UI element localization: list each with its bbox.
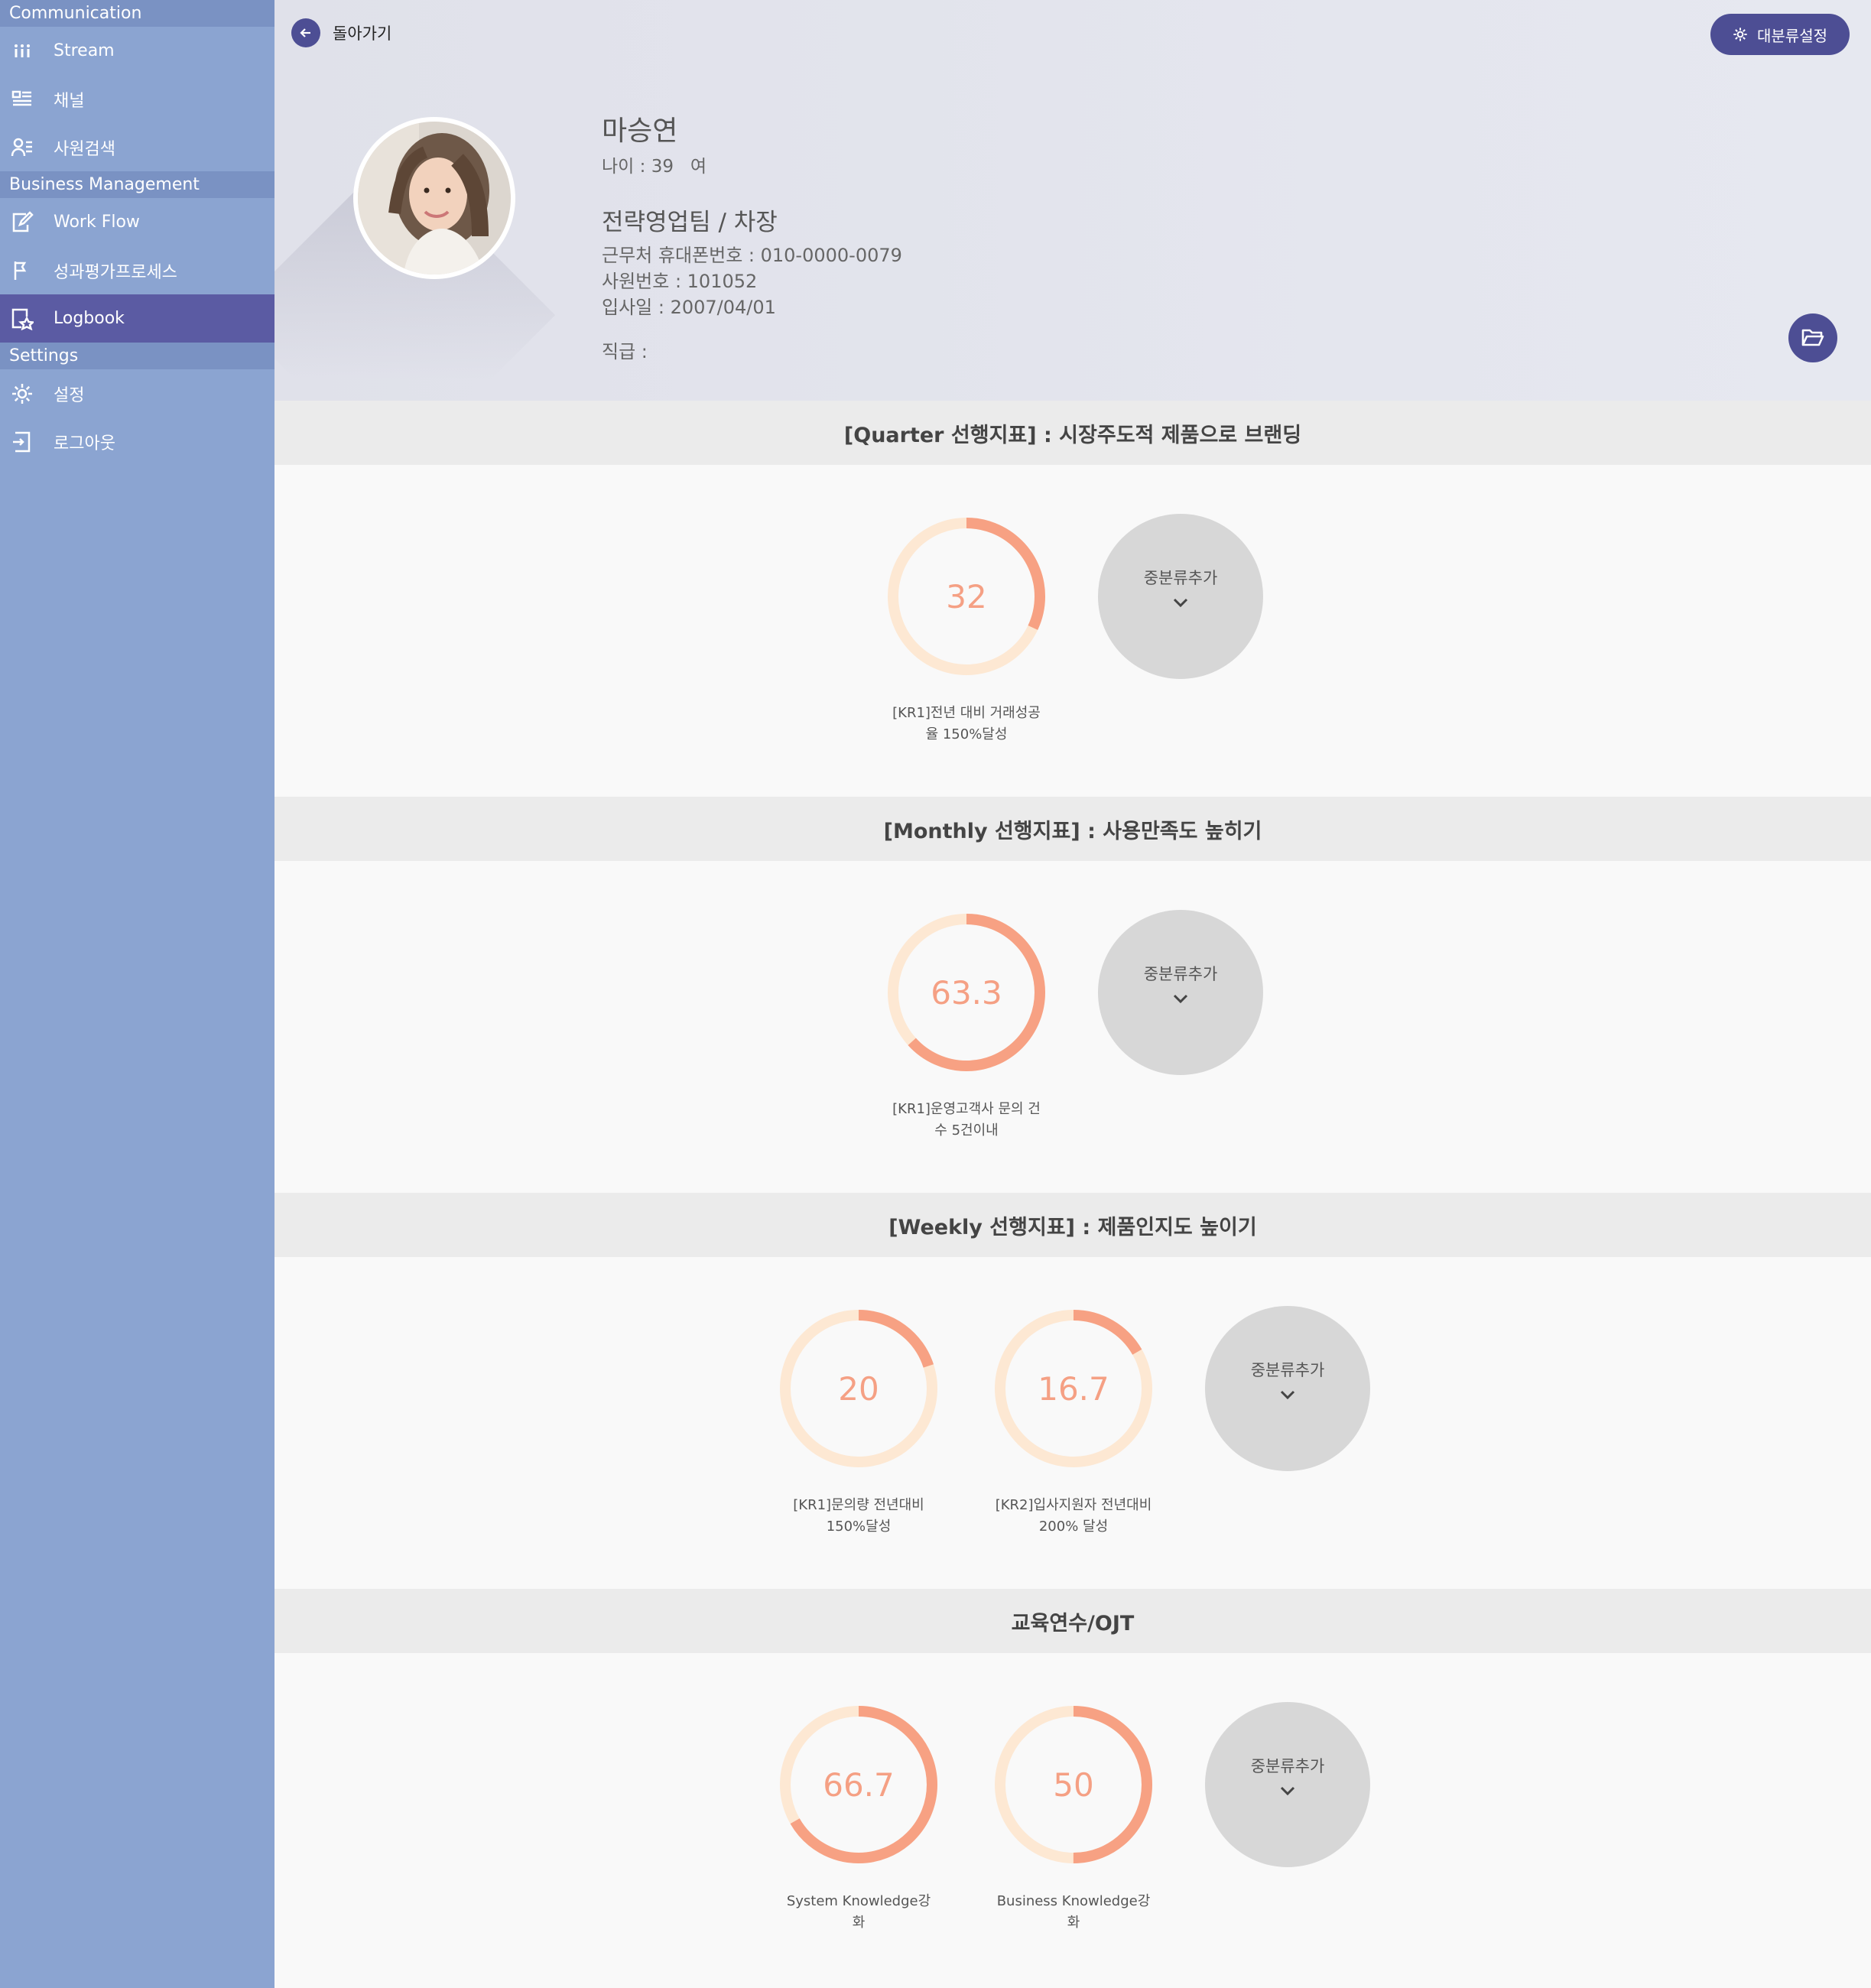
sidebar-item-label: 사원검색	[54, 139, 115, 159]
avatar	[353, 117, 515, 279]
employee-position: 직급 :	[602, 341, 648, 362]
sidebar-section-settings: Settings	[0, 343, 274, 369]
kpi-label: [KR1]문의량 전년대비 150%달성	[767, 1495, 950, 1538]
section-header-training: 교육연수/OJT	[274, 1589, 1871, 1653]
sidebar-item-label: Stream	[54, 41, 115, 60]
employee-department: 전략영업팀 / 차장	[602, 209, 778, 236]
logbook-icon	[11, 307, 34, 330]
app: Communication Stream 채널 사원검색 Business Ma…	[0, 0, 1871, 1988]
gear-icon	[1733, 28, 1747, 41]
kpi-label: [KR1]운영고객사 문의 건 수 5건이내	[875, 1099, 1058, 1142]
category-settings-button[interactable]: 대분류설정	[1710, 14, 1850, 55]
channel-icon	[11, 88, 34, 111]
section-header-monthly: [Monthly 선행지표] : 사용만족도 높히기	[274, 797, 1871, 861]
employee-phone: 근무처 휴대폰번호 : 010-0000-0079	[602, 245, 902, 266]
kpi-value: 20	[838, 1369, 879, 1408]
main-content: 돌아가기 대분류설정 마승연 나이: 39 여 전략영업팀 / 차장 근무처 …	[274, 0, 1871, 1988]
section-body-monthly: 63.3 [KR1]운영고객사 문의 건 수 5건이내 중분류추가	[274, 861, 1871, 1193]
section-body-quarter: 32 [KR1]전년 대비 거래성공 율 150%달성 중분류추가	[274, 465, 1871, 797]
user-search-icon	[11, 136, 34, 159]
add-subcategory-label: 중분류추가	[1143, 569, 1218, 587]
sidebar-item-logbook[interactable]: Logbook	[0, 294, 274, 343]
kpi-label-line1: [KR1]운영고객사 문의 건	[892, 1101, 1041, 1117]
employee-number: 사원번호 : 101052	[602, 271, 758, 292]
back-button[interactable]: 돌아가기	[291, 18, 391, 47]
sidebar-item-settings[interactable]: 설정	[0, 369, 274, 417]
employee-name: 마승연	[602, 115, 678, 147]
edit-icon	[11, 210, 34, 234]
section-body-training: 66.7 System Knowledge강 화 50 Business Kno…	[274, 1653, 1871, 1988]
kpi-label-line2: 200% 달성	[1038, 1519, 1109, 1535]
sidebar: Communication Stream 채널 사원검색 Business Ma…	[0, 0, 274, 1988]
employee-age-gender: 나이 : 39 여	[602, 157, 707, 177]
kpi-label-line2: 수 5건이내	[934, 1122, 999, 1139]
add-subcategory-label: 중분류추가	[1143, 965, 1218, 983]
section-header-quarter: [Quarter 선행지표] : 시장주도적 제품으로 브랜딩	[274, 401, 1871, 465]
kpi-value: 63.3	[931, 973, 1002, 1012]
back-label: 돌아가기	[333, 24, 392, 43]
sidebar-item-label: 채널	[54, 91, 85, 111]
kpi-value: 66.7	[823, 1765, 895, 1804]
gear-icon	[11, 382, 34, 405]
kpi-label: [KR2]입사지원자 전년대비 200% 달성	[982, 1495, 1165, 1538]
folder-open-icon	[1801, 329, 1824, 346]
section-body-weekly: 20 [KR1]문의량 전년대비 150%달성 16.7 [KR2]입사지원자 …	[274, 1257, 1871, 1589]
sidebar-item-workflow[interactable]: Work Flow	[0, 198, 274, 246]
logout-icon	[11, 430, 34, 453]
add-subcategory-label: 중분류추가	[1250, 1361, 1325, 1379]
arrow-left-icon	[291, 18, 320, 47]
kpi-label-line2: 화	[852, 1915, 866, 1931]
kpi-label: System Knowledge강 화	[767, 1891, 950, 1934]
add-subcategory-button[interactable]: 중분류추가	[1205, 1702, 1370, 1867]
sidebar-item-label: 성과평가프로세스	[54, 262, 177, 282]
add-subcategory-button[interactable]: 중분류추가	[1098, 910, 1263, 1075]
sidebar-item-label: Work Flow	[54, 213, 140, 232]
category-settings-label: 대분류설정	[1757, 26, 1827, 45]
folder-open-button[interactable]	[1788, 313, 1837, 362]
kpi-label-line1: [KR1]전년 대비 거래성공	[892, 705, 1041, 721]
kpi-label: [KR1]전년 대비 거래성공 율 150%달성	[875, 703, 1058, 746]
chevron-down-icon	[1280, 1390, 1295, 1400]
sidebar-item-channel[interactable]: 채널	[0, 75, 274, 123]
kpi-label-line1: [KR1]문의량 전년대비	[793, 1497, 924, 1513]
sidebar-item-label: 로그아웃	[54, 434, 115, 453]
sidebar-section-business: Business Management	[0, 171, 274, 198]
add-subcategory-label: 중분류추가	[1250, 1757, 1325, 1775]
sidebar-item-label: 설정	[54, 385, 85, 405]
kpi-value: 32	[946, 577, 987, 616]
chevron-down-icon	[1173, 994, 1188, 1004]
kpi-label-line2: 율 150%달성	[925, 726, 1008, 742]
sidebar-item-logout[interactable]: 로그아웃	[0, 417, 274, 466]
profile-panel: 돌아가기 대분류설정 마승연 나이: 39 여 전략영업팀 / 차장 근무처 …	[274, 0, 1871, 401]
kpi-label-line2: 화	[1067, 1915, 1080, 1931]
chevron-down-icon	[1280, 1786, 1295, 1796]
kpi-label: Business Knowledge강 화	[982, 1891, 1165, 1934]
chevron-down-icon	[1173, 598, 1188, 608]
sidebar-item-user-search[interactable]: 사원검색	[0, 123, 274, 171]
kpi-value: 50	[1053, 1765, 1094, 1804]
sidebar-item-label: Logbook	[54, 309, 125, 328]
avatar-photo	[358, 122, 511, 274]
section-header-weekly: [Weekly 선행지표] : 제품인지도 높이기	[274, 1193, 1871, 1257]
sidebar-section-communication: Communication	[0, 0, 274, 27]
add-subcategory-button[interactable]: 중분류추가	[1205, 1306, 1370, 1471]
kpi-label-line1: [KR2]입사지원자 전년대비	[995, 1497, 1152, 1513]
stream-icon	[11, 40, 34, 63]
kpi-value: 16.7	[1038, 1369, 1109, 1408]
kpi-label-line1: System Knowledge강	[786, 1893, 931, 1909]
sidebar-item-stream[interactable]: Stream	[0, 27, 274, 75]
kpi-label-line1: Business Knowledge강	[996, 1893, 1151, 1909]
add-subcategory-button[interactable]: 중분류추가	[1098, 514, 1263, 679]
employee-join-date: 입사일 : 2007/04/01	[602, 297, 776, 318]
flag-icon	[11, 259, 34, 282]
sidebar-item-performance[interactable]: 성과평가프로세스	[0, 246, 274, 294]
kpi-label-line2: 150%달성	[826, 1519, 892, 1535]
